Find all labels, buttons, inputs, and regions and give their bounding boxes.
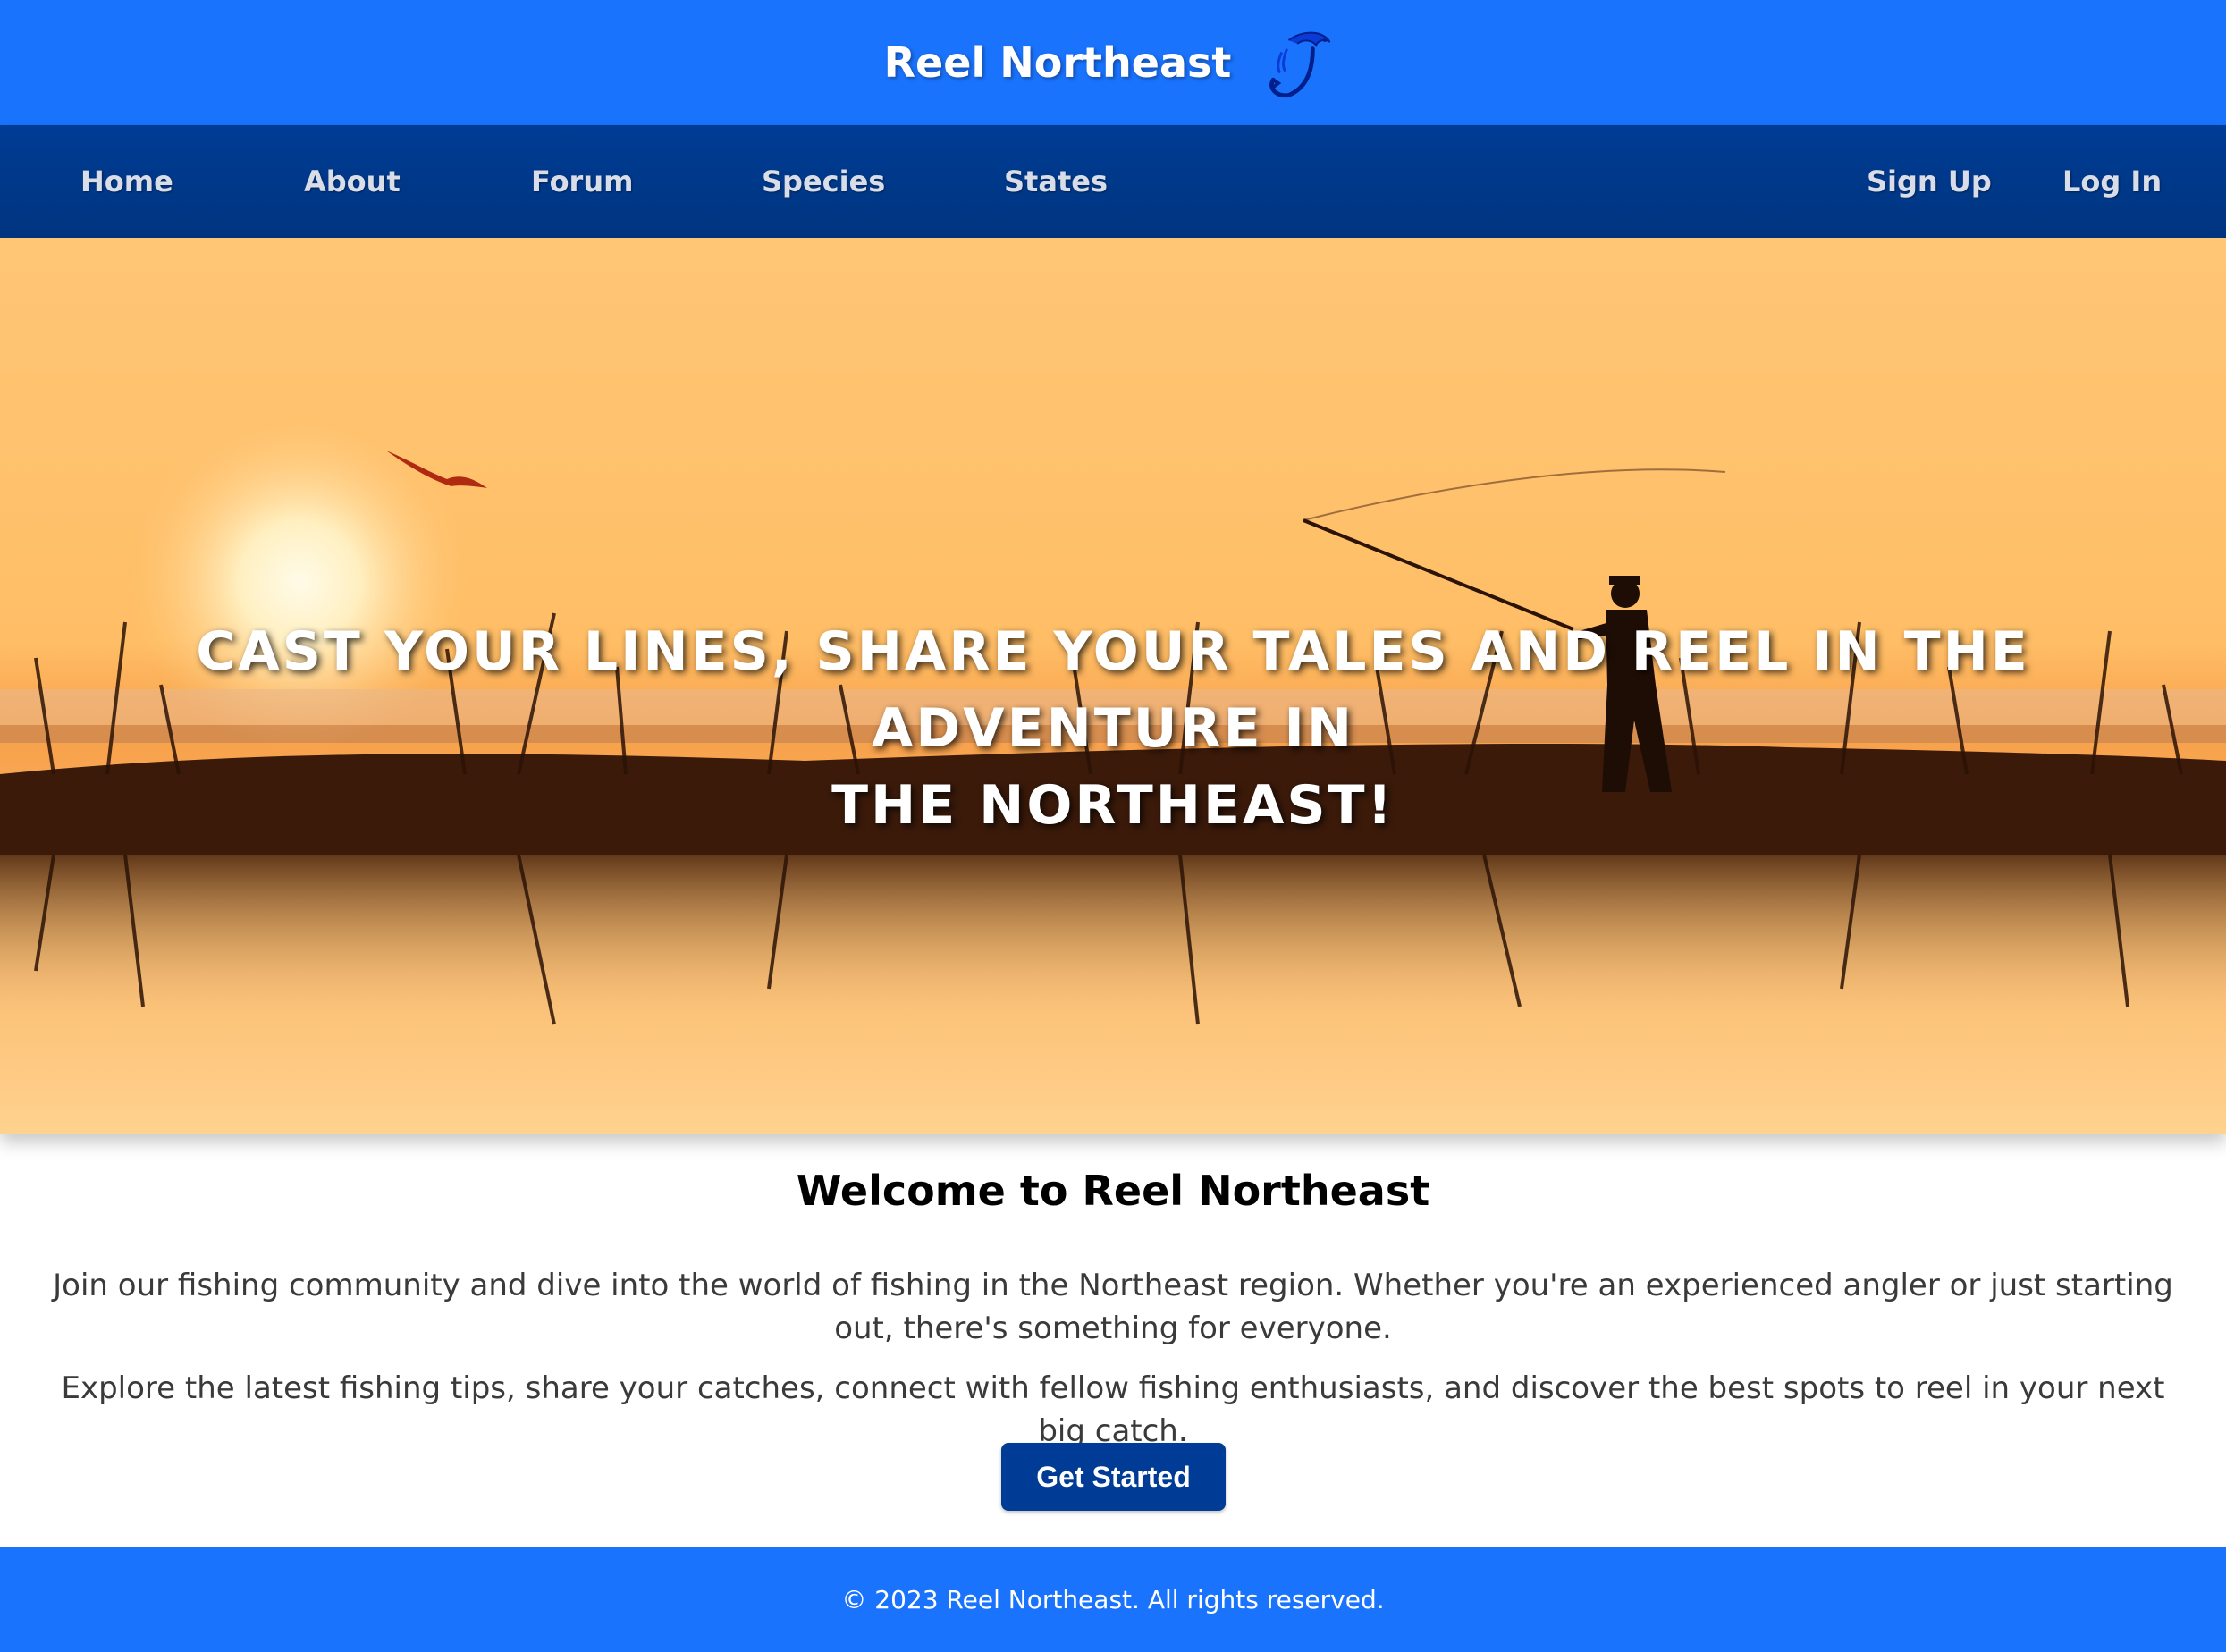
- nav-species[interactable]: Species: [762, 125, 885, 238]
- get-started-button[interactable]: Get Started: [1001, 1443, 1226, 1511]
- site-title[interactable]: Reel Northeast: [884, 38, 1232, 87]
- page-footer: © 2023 Reel Northeast. All rights reserv…: [0, 1547, 2226, 1652]
- hero-banner: CAST YOUR LINES, SHARE YOUR TALES AND RE…: [0, 238, 2226, 1134]
- intro-paragraph: Join our fishing community and dive into…: [53, 1268, 2173, 1346]
- explore-paragraph: Explore the latest fishing tips, share y…: [61, 1370, 2165, 1449]
- nav-home[interactable]: Home: [80, 125, 173, 238]
- nav-forum[interactable]: Forum: [531, 125, 633, 238]
- hero-tagline-line-1: CAST YOUR LINES, SHARE YOUR TALES AND RE…: [196, 620, 2030, 760]
- main-nav: Home About Forum Species States Sign Up …: [0, 125, 2226, 238]
- hero-tagline-line-2: THE NORTHEAST!: [831, 774, 1395, 837]
- fish-hook-icon: [1269, 31, 1331, 98]
- top-header: Reel Northeast: [0, 0, 2226, 125]
- copyright-text: © 2023 Reel Northeast. All rights reserv…: [841, 1585, 1385, 1614]
- hero-tagline: CAST YOUR LINES, SHARE YOUR TALES AND RE…: [0, 613, 2226, 844]
- nav-log-in[interactable]: Log In: [2062, 125, 2162, 238]
- nav-sign-up[interactable]: Sign Up: [1867, 125, 1992, 238]
- nav-states[interactable]: States: [1004, 125, 1108, 238]
- welcome-heading: Welcome to Reel Northeast: [796, 1167, 1430, 1215]
- nav-about[interactable]: About: [304, 125, 401, 238]
